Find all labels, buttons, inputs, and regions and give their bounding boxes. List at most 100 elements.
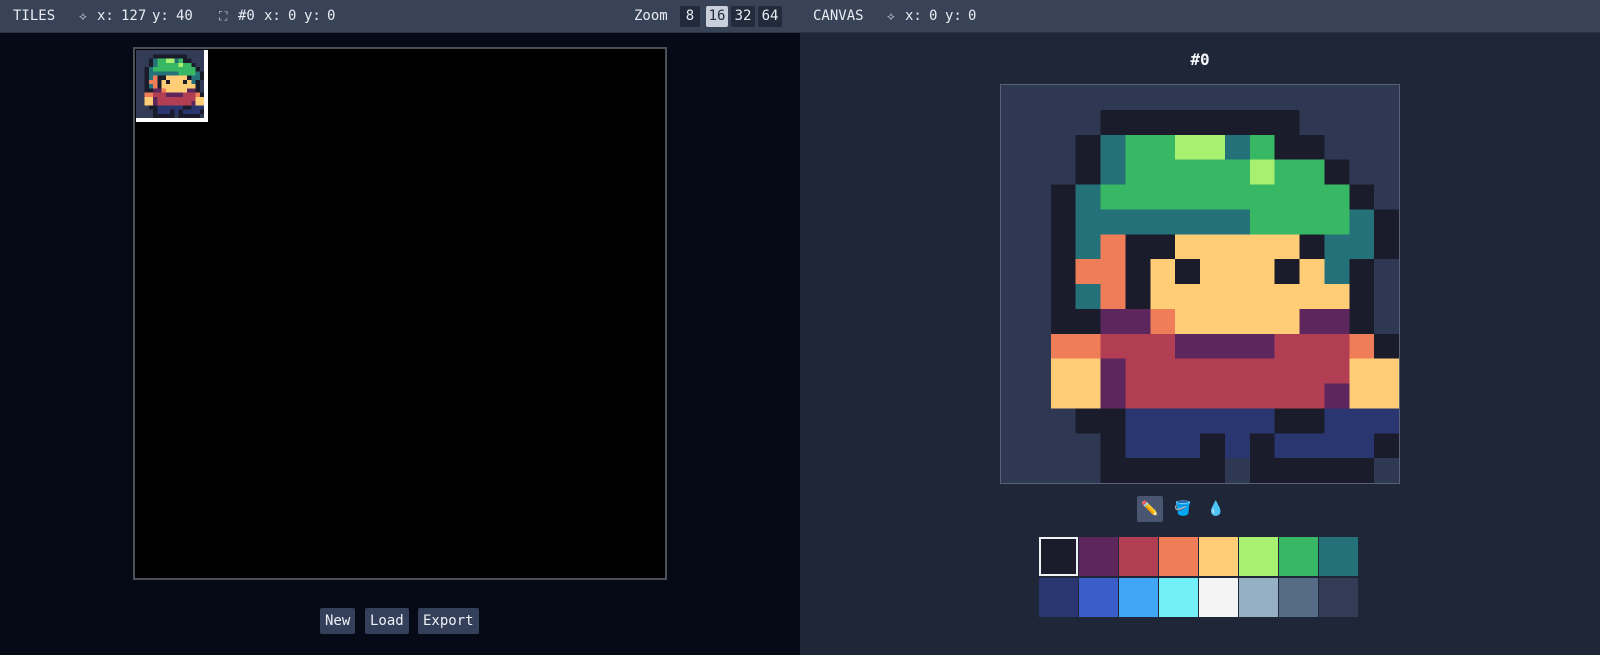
sprite-pixel [144, 101, 149, 106]
pencil-tool-button[interactable]: ✏️ [1137, 496, 1163, 522]
sprite-pixel [1299, 433, 1325, 459]
sprite-pixel [1224, 408, 1250, 434]
fill-tool-button[interactable]: 🪣 [1170, 496, 1196, 522]
sprite-pixel [1249, 109, 1275, 135]
sprite-pixel [165, 109, 170, 114]
sprite-pixel [1150, 259, 1176, 284]
palette-swatch[interactable] [1119, 537, 1158, 576]
sprite-pixel [1274, 358, 1300, 384]
palette-swatch[interactable] [1159, 537, 1198, 576]
palette-swatch[interactable] [1159, 578, 1198, 617]
sprite-pixel [153, 84, 158, 89]
sprite-pixel [1324, 259, 1350, 284]
sprite-pixel [1150, 383, 1176, 409]
palette-swatch[interactable] [1319, 537, 1358, 576]
sprite-pixel [1200, 333, 1225, 359]
zoom-64-button[interactable]: 64 [758, 6, 782, 27]
sprite-pixel [195, 67, 200, 72]
sprite-pixel [195, 88, 200, 93]
sprite-pixel [187, 88, 192, 93]
sprite-pixel [1324, 234, 1350, 260]
canvas-panel: CANVAS ⟡ x: 0 y: 0 #0 ✏️ 🪣 💧 [800, 0, 1600, 655]
canvas-sprite[interactable] [1001, 85, 1399, 483]
sprite-pixel [148, 62, 153, 67]
sprite-pixel [199, 109, 204, 114]
tilesheet-area[interactable] [133, 47, 667, 580]
sprite-pixel [1299, 209, 1325, 235]
zoom-16-button[interactable]: 16 [706, 6, 728, 27]
sprite-pixel [1249, 284, 1275, 309]
sprite-pixel [182, 92, 187, 97]
sprite-pixel [161, 54, 166, 59]
sprite-pixel [144, 75, 149, 80]
sprite-pixel [1175, 209, 1200, 235]
sprite-pixel [1274, 259, 1300, 284]
sprite-pixel [1175, 109, 1200, 135]
sprite-pixel [1249, 259, 1275, 284]
sprite-pixel [178, 96, 183, 101]
sprite-pixel [174, 58, 179, 63]
sprite-pixel [161, 75, 166, 80]
palette-swatch[interactable] [1319, 578, 1358, 617]
canvas-cursor-x: 0 [929, 8, 938, 24]
export-button[interactable]: Export [418, 608, 479, 634]
sprite-pixel [1175, 308, 1200, 334]
sprite-pixel [1274, 134, 1300, 160]
palette-swatch[interactable] [1199, 578, 1238, 617]
sprite-pixel [1100, 408, 1126, 434]
sprite-pixel [1274, 184, 1300, 210]
selected-tile-highlight[interactable] [136, 50, 208, 122]
droplet-icon: 💧 [1207, 501, 1225, 517]
sprite-pixel [1374, 358, 1399, 384]
sprite-pixel [1125, 134, 1151, 160]
sprite-pixel [170, 75, 175, 80]
sprite-pixel [1249, 209, 1275, 235]
sprite-pixel [1075, 333, 1101, 359]
new-button[interactable]: New [320, 608, 356, 634]
sprite-pixel [1125, 234, 1151, 260]
sprite-pixel [1150, 433, 1176, 459]
palette-swatch[interactable] [1199, 537, 1238, 576]
sprite-pixel [1100, 209, 1126, 235]
pixel-canvas[interactable] [1000, 84, 1400, 484]
sprite-pixel [1050, 184, 1076, 210]
sprite-pixel [1224, 383, 1250, 409]
palette-swatch[interactable] [1279, 537, 1318, 576]
sprite-pixel [187, 84, 192, 89]
palette-swatch[interactable] [1039, 578, 1078, 617]
sprite-pixel [148, 79, 153, 84]
sprite-pixel [1075, 308, 1101, 334]
sprite-pixel [161, 109, 166, 114]
sprite-pixel [1274, 209, 1300, 235]
palette-swatch[interactable] [1079, 578, 1118, 617]
sprite-pixel [1299, 458, 1325, 483]
palette-swatch[interactable] [1239, 537, 1278, 576]
tool-bar: ✏️ 🪣 💧 [800, 496, 1600, 526]
zoom-8-button[interactable]: 8 [680, 6, 700, 27]
eyedropper-tool-button[interactable]: 💧 [1203, 496, 1229, 522]
sprite-pixel [1200, 259, 1225, 284]
sprite-pixel [178, 84, 183, 89]
sprite-pixel [1200, 184, 1225, 210]
sprite-pixel [1100, 358, 1126, 384]
palette-swatch[interactable] [1039, 537, 1078, 576]
load-button[interactable]: Load [365, 608, 409, 634]
zoom-32-button[interactable]: 32 [731, 6, 755, 27]
sprite-pixel [161, 62, 166, 67]
palette-swatch[interactable] [1239, 578, 1278, 617]
crosshair-icon: ⟡ [887, 9, 895, 23]
sprite-pixel [153, 71, 158, 76]
sprite-pixel [161, 71, 166, 76]
tile-0-thumbnail[interactable] [136, 50, 204, 118]
sprite-pixel [170, 84, 175, 89]
sprite-pixel [1200, 284, 1225, 309]
sprite-pixel [1299, 234, 1325, 260]
sprite-pixel [157, 101, 162, 106]
sprite-pixel [1349, 284, 1375, 309]
palette-swatch[interactable] [1079, 537, 1118, 576]
palette-swatch[interactable] [1119, 578, 1158, 617]
sprite-pixel [1224, 259, 1250, 284]
palette-swatch[interactable] [1279, 578, 1318, 617]
sprite-pixel [161, 67, 166, 72]
selection-icon: ⛶ [219, 9, 228, 23]
